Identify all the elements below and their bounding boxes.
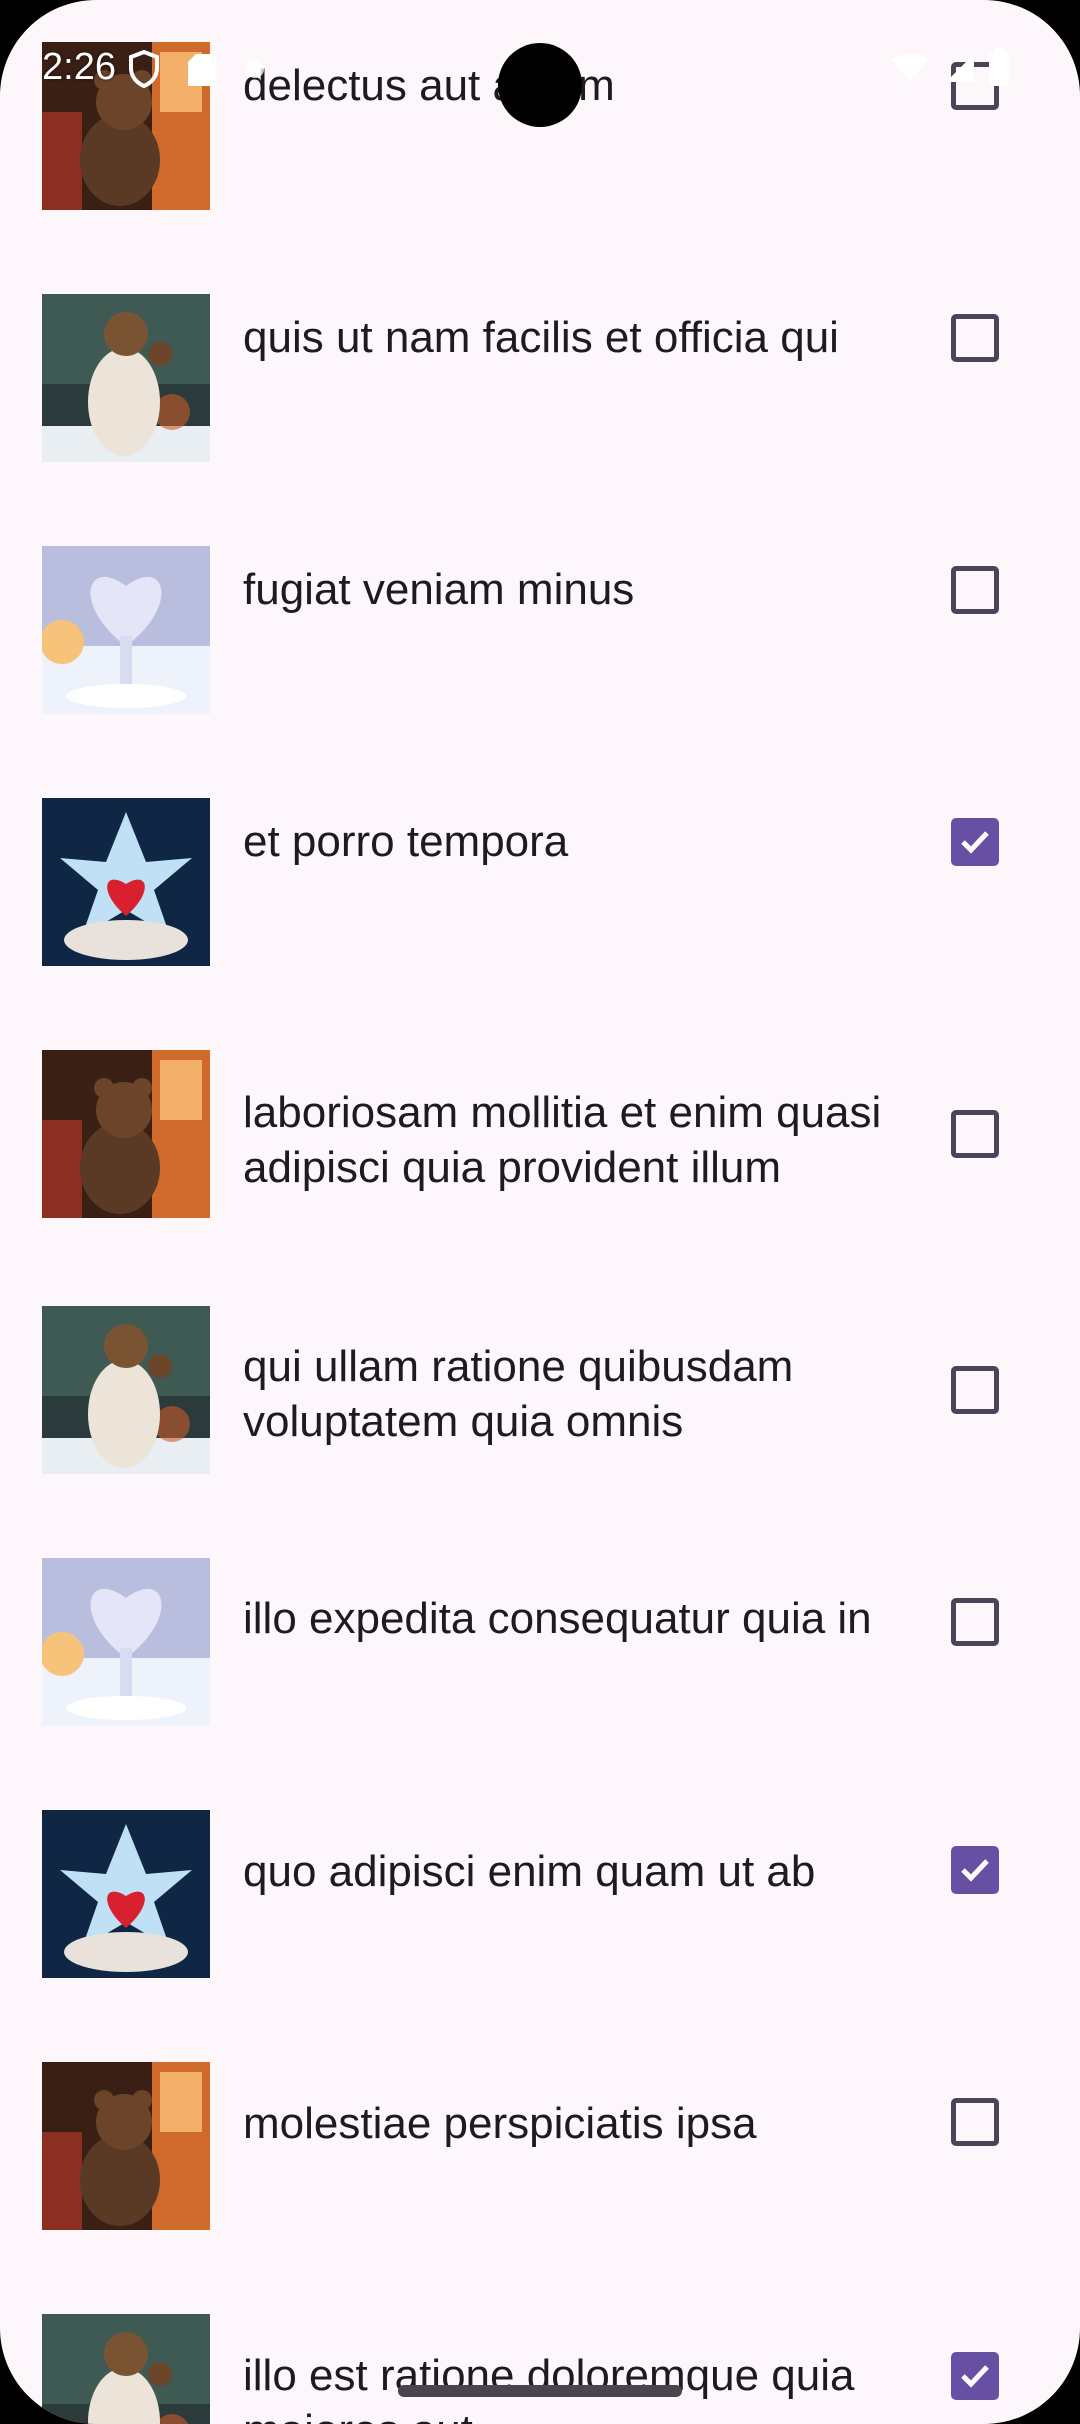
- item-checkbox[interactable]: [951, 314, 999, 362]
- item-thumbnail-ice-heart-hands: [42, 798, 210, 966]
- item-thumbnail-ice-heart-hands: [42, 1810, 210, 1978]
- item-checkbox[interactable]: [951, 1110, 999, 1158]
- list-item[interactable]: illo est ratione doloremque quia maiores…: [0, 2248, 1080, 2424]
- item-thumbnail-bear-coat: [42, 1306, 210, 1474]
- check-icon: [961, 2365, 989, 2388]
- list-item[interactable]: quis ut nam facilis et officia qui: [0, 232, 1080, 484]
- list-item[interactable]: fugiat veniam minus: [0, 484, 1080, 736]
- list-item[interactable]: molestiae perspiciatis ipsa: [0, 1996, 1080, 2248]
- item-thumbnail-crystal-heart-tree: [42, 546, 210, 714]
- item-checkbox[interactable]: [951, 2098, 999, 2146]
- item-checkbox[interactable]: [951, 566, 999, 614]
- item-title: et porro tempora: [243, 817, 569, 866]
- item-thumbnail-bear-window: [42, 1050, 210, 1218]
- item-checkbox[interactable]: [951, 1598, 999, 1646]
- item-title: fugiat veniam minus: [243, 565, 635, 614]
- list-item[interactable]: illo expedita consequatur quia in: [0, 1492, 1080, 1744]
- home-indicator[interactable]: [398, 2385, 682, 2397]
- screen: delectus aut autem quis ut nam facilis e…: [0, 0, 1080, 2424]
- list-item[interactable]: et porro tempora: [0, 736, 1080, 988]
- check-icon: [961, 1859, 989, 1882]
- sd-card-icon: [188, 54, 216, 86]
- item-title: illo expedita consequatur quia in: [243, 1594, 872, 1643]
- item-thumbnail-crystal-heart-tree: [42, 1558, 210, 1726]
- item-title: laboriosam mollitia et enim quasi adipis…: [243, 1088, 882, 1192]
- item-checkbox[interactable]: [951, 1366, 999, 1414]
- battery-icon: [989, 48, 1009, 86]
- check-icon: [961, 831, 989, 854]
- signal-icon: [946, 54, 974, 82]
- list-item[interactable]: qui ullam ratione quibusdam voluptatem q…: [0, 1240, 1080, 1492]
- list-item[interactable]: laboriosam mollitia et enim quasi adipis…: [0, 988, 1080, 1240]
- notification-dot-icon: [246, 60, 264, 78]
- item-title: qui ullam ratione quibusdam voluptatem q…: [243, 1342, 794, 1446]
- item-title: quis ut nam facilis et officia qui: [243, 313, 839, 362]
- item-thumbnail-bear-coat: [42, 2314, 210, 2424]
- item-title: molestiae perspiciatis ipsa: [243, 2099, 757, 2148]
- item-checkbox[interactable]: [951, 2352, 999, 2400]
- status-time: 2:26: [42, 46, 116, 88]
- item-thumbnail-bear-window: [42, 2062, 210, 2230]
- vpn-shield-icon: [129, 50, 159, 88]
- item-thumbnail-bear-coat: [42, 294, 210, 462]
- wifi-icon: [892, 54, 928, 82]
- front-camera: [498, 43, 582, 127]
- item-checkbox[interactable]: [951, 1846, 999, 1894]
- item-checkbox[interactable]: [951, 818, 999, 866]
- list-item[interactable]: quo adipisci enim quam ut ab: [0, 1744, 1080, 1996]
- item-title: quo adipisci enim quam ut ab: [243, 1847, 816, 1896]
